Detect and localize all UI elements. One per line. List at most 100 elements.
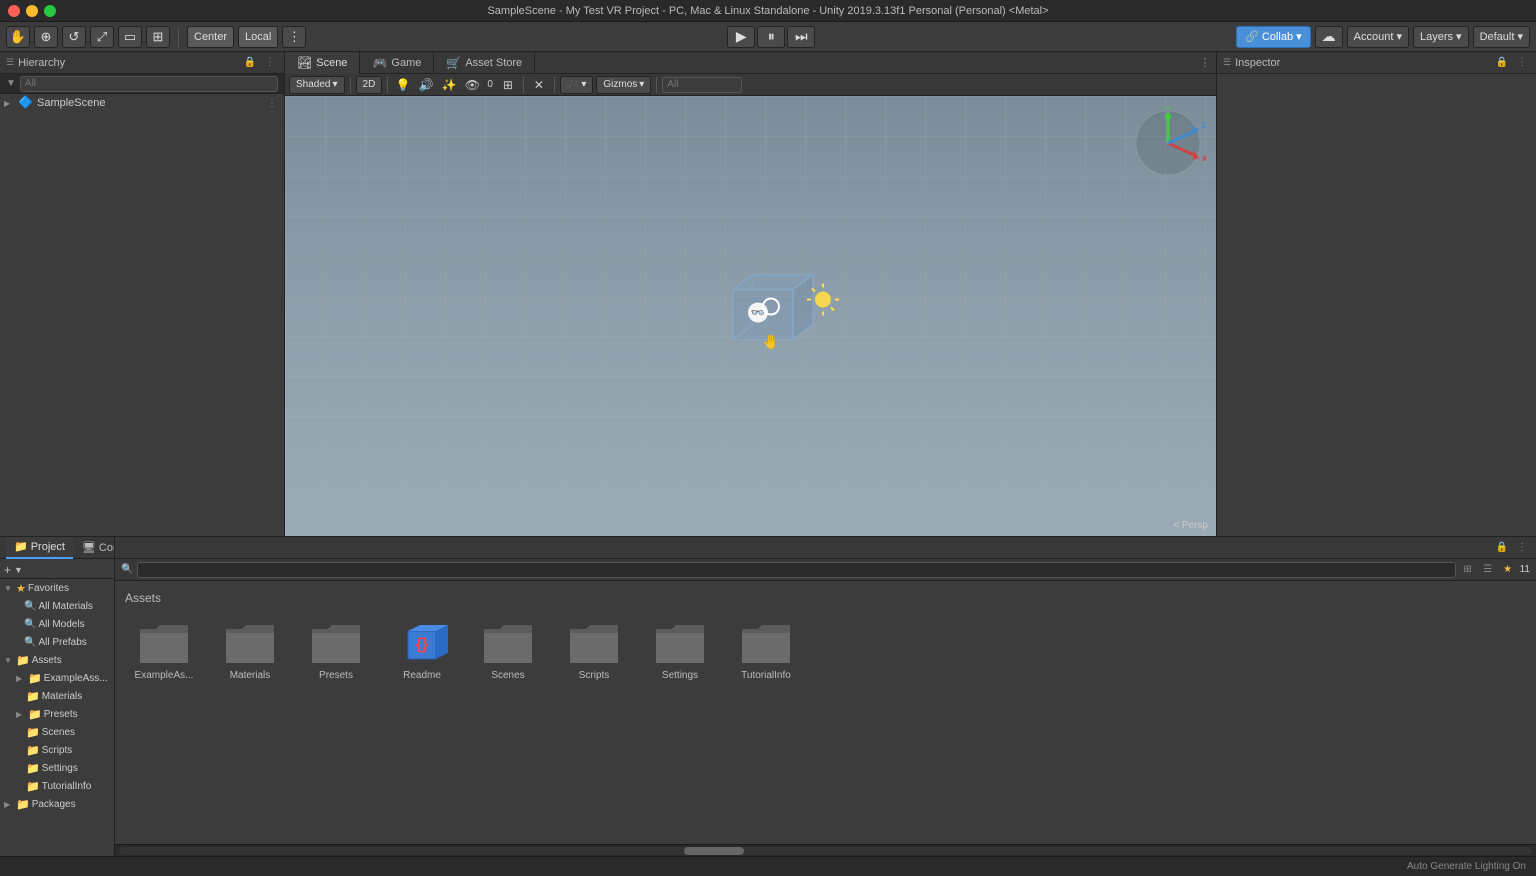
center-button[interactable]: Center (187, 26, 234, 48)
hierarchy-more-button[interactable]: ⋮ (262, 55, 278, 71)
tabs-more-button[interactable]: ⋮ (1194, 52, 1216, 73)
hand-tool-button[interactable]: ✋ (6, 26, 30, 48)
asset-item-materials[interactable]: Materials (211, 615, 289, 685)
tab-asset-store[interactable]: 🛒 Asset Store (434, 52, 535, 74)
game-tab-label: Game (391, 57, 421, 69)
tree-item-settings[interactable]: 📁 Settings (0, 759, 114, 777)
hierarchy-item-more[interactable]: ⋮ (264, 95, 280, 111)
tree-item-all-materials[interactable]: 🔍 All Materials (0, 597, 114, 615)
asset-item-settings[interactable]: Settings (641, 615, 719, 685)
tree-item-packages[interactable]: ▶ 📁 Packages (0, 795, 114, 813)
tree-item-tutorialinfo[interactable]: 📁 TutorialInfo (0, 777, 114, 795)
tree-item-favorites[interactable]: ▼ ★ Favorites (0, 579, 114, 597)
scene-viewport[interactable]: 👓 🤚 (285, 96, 1216, 536)
list-view-button[interactable]: ☰ (1480, 562, 1496, 578)
2d-button[interactable]: 2D (356, 76, 383, 94)
local-button[interactable]: Local (238, 26, 278, 48)
tree-item-exampleassets[interactable]: ▶ 📁 ExampleAss... (0, 669, 114, 687)
assets-more-button[interactable]: ⋮ (1514, 540, 1530, 556)
account-button[interactable]: Account ▾ (1347, 26, 1409, 48)
rotate-tool-button[interactable]: ↺ (62, 26, 86, 48)
tab-scene[interactable]: 🏞 Scene (285, 52, 360, 74)
inspector-header: ☰ Inspector 🔒 ⋮ (1217, 52, 1536, 74)
hierarchy-search-input[interactable] (20, 76, 278, 92)
tab-game[interactable]: 🎮 Game (360, 52, 434, 74)
shading-dropdown[interactable]: Shaded ▾ (289, 76, 345, 94)
scene-vis-button[interactable]: 👁 (462, 76, 482, 94)
lighting-button[interactable]: 💡 (393, 76, 413, 94)
close-button[interactable] (8, 5, 20, 17)
gizmos-dropdown[interactable]: Gizmos ▾ (596, 76, 651, 94)
fx-button[interactable]: ✨ (439, 76, 459, 94)
inspector-more-button[interactable]: ⋮ (1514, 55, 1530, 71)
hierarchy-lock-button[interactable]: 🔒 (242, 55, 258, 71)
star-filter-button[interactable]: ★ (1500, 562, 1516, 578)
asset-item-presets[interactable]: Presets (297, 615, 375, 685)
tree-item-scenes[interactable]: 📁 Scenes (0, 723, 114, 741)
tree-item-presets[interactable]: ▶ 📁 Presets (0, 705, 114, 723)
hierarchy-item-samplescene[interactable]: ▶ 🔷 SampleScene ⋮ (0, 94, 284, 112)
play-button[interactable]: ▶ (727, 26, 755, 48)
collab-button[interactable]: 🔗 Collab ▾ (1236, 26, 1310, 48)
tree-item-materials[interactable]: 📁 Materials (0, 687, 114, 705)
scene-object[interactable]: 👓 🤚 (703, 255, 863, 378)
step-button[interactable]: ⏭ (787, 26, 815, 48)
tree-item-all-models[interactable]: 🔍 All Models (0, 615, 114, 633)
move-tool-button[interactable]: ⊕ (34, 26, 58, 48)
grid-view-button[interactable]: ⊞ (1460, 562, 1476, 578)
asset-item-scenes[interactable]: Scenes (469, 615, 547, 685)
cloud-button[interactable]: ☁ (1315, 26, 1343, 48)
minimize-button[interactable] (26, 5, 38, 17)
tree-item-all-prefabs[interactable]: 🔍 All Prefabs (0, 633, 114, 651)
inspector-title: Inspector (1235, 57, 1280, 69)
layout-label: Default ▾ (1480, 30, 1523, 43)
inspector-lock-button[interactable]: 🔒 (1494, 55, 1510, 71)
asset-item-tutorialinfo[interactable]: TutorialInfo (727, 615, 805, 685)
layers-button[interactable]: Layers ▾ (1413, 26, 1469, 48)
perspective-label: < Persp (1173, 520, 1208, 531)
maximize-button[interactable] (44, 5, 56, 17)
grid-button[interactable]: ⊞ (498, 76, 518, 94)
presets-folder-icon: 📁 (28, 708, 42, 721)
transform-tool-button[interactable]: ⊞ (146, 26, 170, 48)
hierarchy-panel: ☰ Hierarchy 🔒 ⋮ ▼ ▶ 🔷 SampleScene ⋮ (0, 52, 285, 536)
readme-icon: {} (394, 619, 450, 667)
axis-gizmo[interactable]: Y x z (1131, 106, 1206, 181)
scale-tool-button[interactable]: ⤢ (90, 26, 114, 48)
tree-item-assets[interactable]: ▼ 📁 Assets (0, 651, 114, 669)
add-item-button[interactable]: + (4, 563, 11, 577)
tree-item-scripts[interactable]: 📁 Scripts (0, 741, 114, 759)
scroll-thumb (684, 847, 744, 855)
close-scene-button[interactable]: ✕ (529, 76, 549, 94)
tab-project[interactable]: 📁 Project (6, 537, 73, 559)
hierarchy-menu-icon[interactable]: ☰ (6, 57, 14, 68)
assets-scrollbar[interactable] (115, 844, 1536, 856)
hierarchy-search-bar: ▼ (0, 74, 284, 94)
hierarchy-add-icon[interactable]: ▼ (6, 78, 16, 89)
all-prefabs-label: All Prefabs (38, 637, 86, 648)
assets-folder-icon: 📁 (16, 654, 30, 667)
asset-item-readme[interactable]: {} Readme (383, 615, 461, 685)
inspector-menu-icon[interactable]: ☰ (1223, 57, 1231, 68)
rect-tool-button[interactable]: ▭ (118, 26, 142, 48)
project-tree-toolbar: + ▼ (0, 561, 114, 579)
scene-tab-label: Scene (316, 57, 347, 69)
audio-button[interactable]: 🔊 (416, 76, 436, 94)
filter-button[interactable]: ▼ (14, 565, 23, 575)
pivot-button[interactable]: ⋮ (282, 26, 306, 48)
assets-search-input[interactable] (137, 562, 1455, 578)
scene-search-input[interactable] (662, 77, 742, 93)
main-area: ☰ Hierarchy 🔒 ⋮ ▼ ▶ 🔷 SampleScene ⋮ 🏞 (0, 52, 1536, 536)
asset-item-scripts[interactable]: Scripts (555, 615, 633, 685)
default-layout-button[interactable]: Default ▾ (1473, 26, 1530, 48)
hierarchy-title: Hierarchy (18, 57, 65, 69)
assets-lock-button[interactable]: 🔒 (1494, 540, 1510, 556)
favorites-star-icon: ★ (16, 582, 26, 595)
tutorial-tree-label: TutorialInfo (42, 781, 92, 792)
render-mode-dropdown[interactable]: 🎥 ▾ (560, 76, 593, 94)
pause-button[interactable]: ⏸ (757, 26, 785, 48)
tab-console[interactable]: 🖥 Console (74, 537, 115, 559)
scenes-folder-icon (480, 619, 536, 667)
project-tab-icon: 📁 (14, 540, 28, 553)
asset-item-exampleassets[interactable]: ExampleAs... (125, 615, 203, 685)
